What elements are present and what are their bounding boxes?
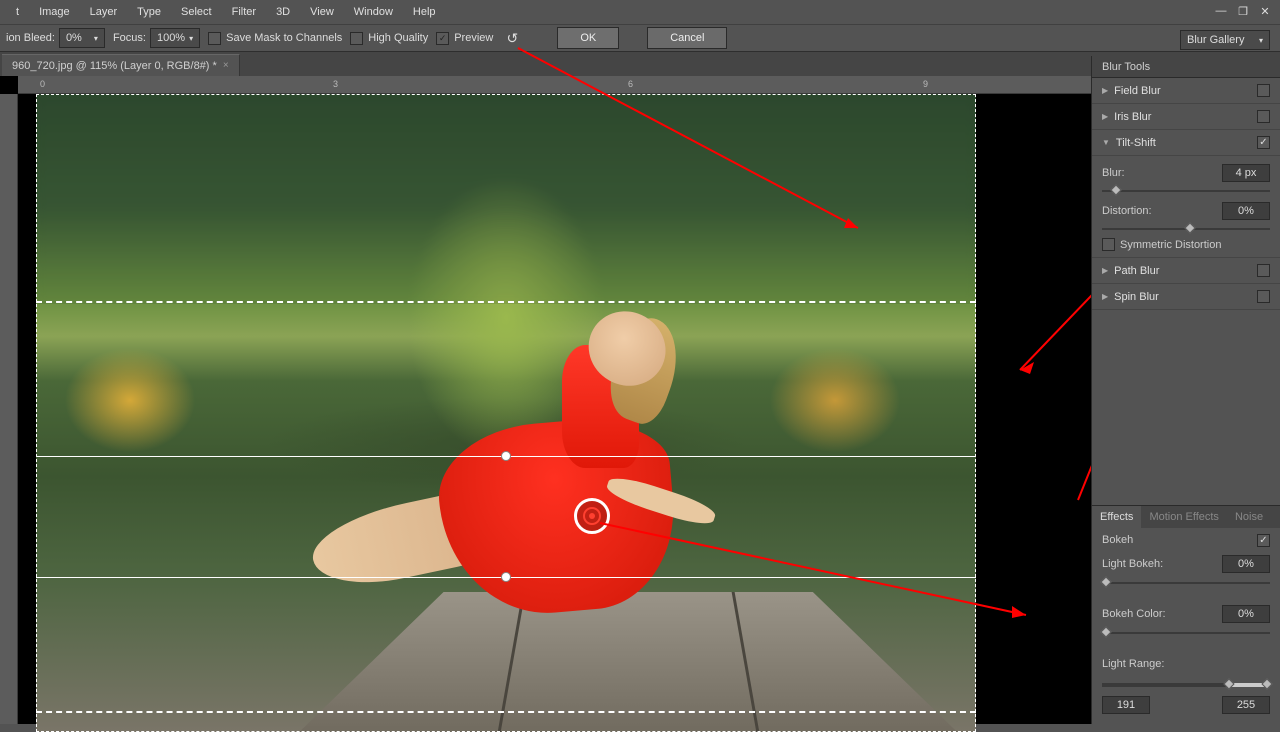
tab-motion-effects[interactable]: Motion Effects <box>1141 506 1227 528</box>
collapse-icon: ▼ <box>1102 138 1110 147</box>
spin-blur-checkbox[interactable] <box>1257 290 1270 303</box>
photo-content <box>36 94 976 732</box>
menu-edit[interactable]: t <box>6 2 29 22</box>
blur-tools-title: Blur Tools <box>1092 56 1280 78</box>
tab-effects[interactable]: Effects <box>1092 506 1141 528</box>
restore-icon[interactable]: ❐ <box>1233 2 1253 20</box>
tab-noise[interactable]: Noise <box>1227 506 1271 528</box>
bokeh-label: Bokeh <box>1102 534 1133 546</box>
bokeh-color-label: Bokeh Color: <box>1102 608 1166 620</box>
focus-dropdown[interactable]: 100% <box>150 28 200 48</box>
ok-button[interactable]: OK <box>557 27 619 49</box>
tilt-shift-handle-bottom[interactable] <box>501 572 511 582</box>
blur-label: Blur: <box>1102 167 1125 179</box>
menu-filter[interactable]: Filter <box>222 2 266 22</box>
field-blur-checkbox[interactable] <box>1257 84 1270 97</box>
expand-icon: ▶ <box>1102 112 1108 121</box>
tilt-shift-checkbox[interactable]: ✓ <box>1257 136 1270 149</box>
menu-type[interactable]: Type <box>127 2 171 22</box>
distortion-value-input[interactable]: 0% <box>1222 202 1270 220</box>
bleed-label: ion Bleed: <box>6 32 55 44</box>
menu-image[interactable]: Image <box>29 2 80 22</box>
save-mask-checkbox[interactable]: Save Mask to Channels <box>208 32 342 45</box>
bokeh-color-slider[interactable] <box>1102 628 1270 638</box>
iris-blur-checkbox[interactable] <box>1257 110 1270 123</box>
menu-3d[interactable]: 3D <box>266 2 300 22</box>
light-range-slider[interactable] <box>1102 678 1270 692</box>
tilt-shift-outer-line-top[interactable] <box>36 301 976 303</box>
preview-checkbox[interactable]: ✓Preview <box>436 32 493 45</box>
light-bokeh-input[interactable]: 0% <box>1222 555 1270 573</box>
symmetric-distortion-checkbox[interactable]: Symmetric Distortion <box>1102 238 1270 251</box>
distortion-label: Distortion: <box>1102 205 1152 217</box>
workspace: 0 3 6 9 <box>0 76 1091 724</box>
document-tab-bar: 960_720.jpg @ 115% (Layer 0, RGB/8#) * × <box>0 52 1280 76</box>
tab-close-icon[interactable]: × <box>223 60 229 71</box>
distortion-slider[interactable] <box>1102 224 1270 234</box>
side-panel: Blur Tools ▶ Field Blur ▶ Iris Blur ▼ Ti… <box>1091 56 1280 724</box>
expand-icon: ▶ <box>1102 292 1108 301</box>
selection-bleed: ion Bleed: 0% <box>6 28 105 48</box>
blur-gallery-dropdown[interactable]: Blur Gallery <box>1180 30 1270 50</box>
effects-tabs: Effects Motion Effects Noise <box>1092 505 1280 528</box>
focus-label: Focus: <box>113 32 146 44</box>
menu-select[interactable]: Select <box>171 2 222 22</box>
reset-icon[interactable]: ↺ <box>501 27 523 49</box>
ruler-vertical <box>0 94 18 724</box>
document-tab[interactable]: 960_720.jpg @ 115% (Layer 0, RGB/8#) * × <box>2 54 240 76</box>
high-quality-checkbox[interactable]: High Quality <box>350 32 428 45</box>
canvas[interactable] <box>36 94 976 732</box>
field-blur-row[interactable]: ▶ Field Blur <box>1092 78 1280 104</box>
tilt-shift-controls: Blur: 4 px Distortion: 0% Symmetric Dist… <box>1092 156 1280 258</box>
expand-icon: ▶ <box>1102 86 1108 95</box>
close-icon[interactable]: ✕ <box>1255 2 1275 20</box>
path-blur-row[interactable]: ▶ Path Blur <box>1092 258 1280 284</box>
menu-window[interactable]: Window <box>344 2 403 22</box>
minimize-icon[interactable]: — <box>1211 2 1231 20</box>
bokeh-checkbox[interactable]: ✓ <box>1257 534 1270 547</box>
blur-slider[interactable] <box>1102 186 1270 196</box>
iris-blur-row[interactable]: ▶ Iris Blur <box>1092 104 1280 130</box>
light-bokeh-slider[interactable] <box>1102 578 1270 588</box>
light-range-low-input[interactable]: 191 <box>1102 696 1150 714</box>
blur-pin[interactable] <box>574 498 610 534</box>
bleed-dropdown[interactable]: 0% <box>59 28 105 48</box>
bokeh-color-input[interactable]: 0% <box>1222 605 1270 623</box>
tilt-shift-row[interactable]: ▼ Tilt-Shift ✓ <box>1092 130 1280 156</box>
spin-blur-row[interactable]: ▶ Spin Blur <box>1092 284 1280 310</box>
ruler-horizontal: 0 3 6 9 <box>18 76 1091 94</box>
tilt-shift-outer-line-bottom[interactable] <box>36 711 976 713</box>
light-range-high-input[interactable]: 255 <box>1222 696 1270 714</box>
light-bokeh-label: Light Bokeh: <box>1102 558 1163 570</box>
light-range-label: Light Range: <box>1102 658 1164 670</box>
options-bar: ion Bleed: 0% Focus: 100% Save Mask to C… <box>0 24 1280 52</box>
effects-panel: Bokeh ✓ Light Bokeh: 0% Bokeh Color: 0% … <box>1092 528 1280 724</box>
expand-icon: ▶ <box>1102 266 1108 275</box>
cancel-button[interactable]: Cancel <box>647 27 727 49</box>
menu-layer[interactable]: Layer <box>80 2 128 22</box>
blur-value-input[interactable]: 4 px <box>1222 164 1270 182</box>
focus: Focus: 100% <box>113 28 200 48</box>
menu-view[interactable]: View <box>300 2 344 22</box>
path-blur-checkbox[interactable] <box>1257 264 1270 277</box>
menu-help[interactable]: Help <box>403 2 446 22</box>
tilt-shift-handle-top[interactable] <box>501 451 511 461</box>
menu-bar: t Image Layer Type Select Filter 3D View… <box>0 0 1280 24</box>
